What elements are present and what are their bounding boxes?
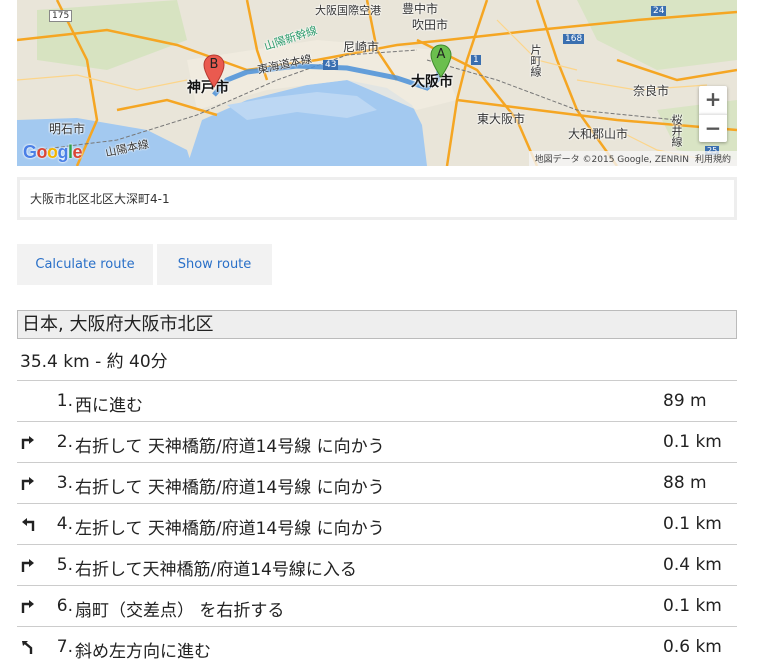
map-label-akashi: 明石市 — [49, 122, 86, 136]
google-logo-letter: o — [47, 142, 58, 162]
map-label-nara: 奈良市 — [633, 84, 670, 98]
direction-step[interactable]: 5. 右折して天神橋筋/府道14号線に入る 0.4 km — [17, 544, 737, 585]
direction-step[interactable]: 3. 右折して 天神橋筋/府道14号線 に向かう 88 m — [17, 462, 737, 503]
zoom-in-button[interactable]: + — [699, 86, 727, 114]
direction-step[interactable]: 4. 左折して 天神橋筋/府道14号線 に向かう 0.1 km — [17, 503, 737, 544]
step-number: 2. — [56, 432, 73, 452]
slight-left-icon — [21, 639, 35, 654]
step-number: 6. — [56, 596, 73, 616]
no-maneuver-icon — [21, 393, 35, 407]
destination-header: 日本, 大阪府大阪市北区 — [17, 310, 737, 339]
step-number: 1. — [56, 391, 73, 411]
map-attribution-text: 地図データ ©2015 Google, ZENRIN — [534, 155, 689, 165]
map-label-amagasaki: 尼崎市 — [343, 40, 380, 54]
turn-right-icon — [21, 475, 35, 490]
direction-step[interactable]: 7. 斜め左方向に進む 0.6 km — [17, 626, 737, 665]
step-distance: 0.1 km — [663, 514, 722, 534]
step-distance: 89 m — [663, 391, 707, 411]
marker-b-label: B — [209, 57, 219, 72]
direction-step[interactable]: 1. 西に進む 89 m — [17, 380, 737, 421]
step-instruction: 西に進む — [75, 396, 143, 416]
google-logo-letter: o — [36, 142, 48, 162]
direction-steps: 1. 西に進む 89 m 2. 右折して 天神橋筋/府道14号線 に向かう 0.1 km 3… — [17, 380, 737, 665]
step-number: 7. — [56, 637, 73, 657]
google-logo-letter: G — [23, 142, 37, 162]
direction-step[interactable]: 2. 右折して 天神橋筋/府道14号線 に向かう 0.1 km — [17, 421, 737, 462]
step-instruction: 右折して 天神橋筋/府道14号線 に向かう — [75, 478, 385, 498]
route-shield-24: 24 — [651, 6, 667, 16]
step-distance: 0.4 km — [663, 555, 722, 575]
direction-step[interactable]: 6. 扇町（交差点） を右折する 0.1 km — [17, 585, 737, 626]
calculate-route-button[interactable]: Calculate route — [17, 244, 153, 285]
route-shield-175: 175 — [49, 10, 73, 22]
step-instruction: 扇町（交差点） を右折する — [75, 601, 285, 621]
marker-a-label: A — [436, 47, 446, 62]
google-logo-letter: e — [72, 142, 83, 162]
zoom-out-button[interactable]: − — [699, 114, 727, 142]
google-logo-letter: g — [57, 142, 69, 162]
map-label-suita: 吹田市 — [412, 18, 449, 32]
map-attribution: 地図データ ©2015 Google, ZENRIN 利用規約 — [528, 151, 737, 166]
map-label-airport: 大阪国際空港 — [315, 4, 381, 17]
marker-a-icon[interactable]: A — [430, 44, 452, 78]
step-instruction: 左折して 天神橋筋/府道14号線 に向かう — [75, 519, 385, 539]
route-summary: 35.4 km - 約 40分 — [20, 352, 168, 372]
step-instruction: 右折して 天神橋筋/府道14号線 に向かう — [75, 437, 385, 457]
map-label-yamatokoriyama: 大和郡山市 — [568, 127, 629, 141]
step-distance: 0.1 km — [663, 432, 722, 452]
step-number: 4. — [56, 514, 73, 534]
route-shield-43: 43 — [323, 60, 339, 70]
marker-b-icon[interactable]: B — [203, 54, 225, 88]
map-label-higashiosaka: 東大阪市 — [477, 112, 526, 126]
show-route-button[interactable]: Show route — [157, 244, 272, 285]
address-input[interactable] — [17, 177, 737, 220]
map-view[interactable]: 豊中市 吹田市 大阪国際空港 山陽新幹線 尼崎市 神戸市 東海道本線 大阪市 片… — [17, 0, 737, 166]
step-instruction: 右折して天神橋筋/府道14号線に入る — [75, 560, 357, 580]
map-label-sakurai: 桜井線 — [670, 114, 683, 147]
google-logo[interactable]: Google — [23, 142, 83, 163]
step-distance: 0.1 km — [663, 596, 722, 616]
step-number: 3. — [56, 473, 73, 493]
turn-right-icon — [21, 434, 35, 449]
map-label-toyonaka: 豊中市 — [402, 2, 439, 16]
terms-link[interactable]: 利用規約 — [695, 155, 731, 165]
step-instruction: 斜め左方向に進む — [75, 642, 211, 662]
map-label-katamachi: 片町線 — [529, 44, 542, 77]
step-distance: 88 m — [663, 473, 707, 493]
route-shield-1: 1 — [471, 55, 481, 65]
turn-right-icon — [21, 598, 35, 613]
turn-left-icon — [21, 516, 35, 531]
route-shield-168: 168 — [563, 34, 585, 44]
turn-right-icon — [21, 557, 35, 572]
step-number: 5. — [56, 555, 73, 575]
step-distance: 0.6 km — [663, 637, 722, 657]
